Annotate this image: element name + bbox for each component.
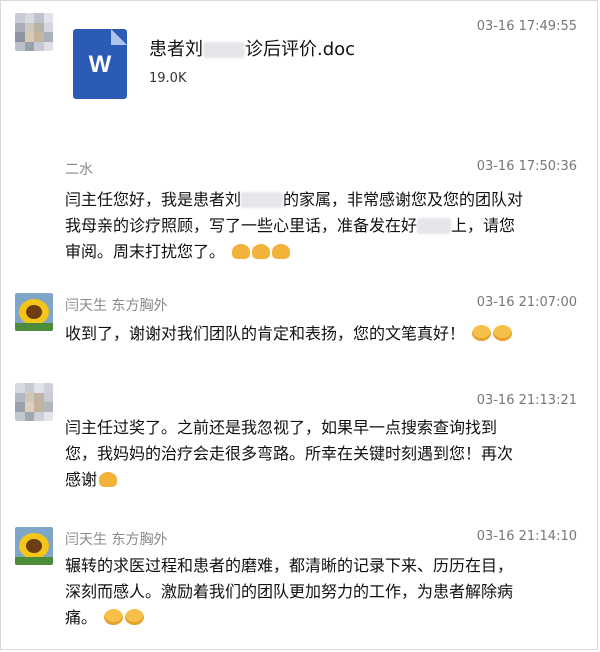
message-item: 二水 03-16 17:50:36 闫主任您好，我是患者刘 的家属，非常感谢您及您…	[1, 149, 599, 269]
message-text: 收到了，谢谢对我们团队的肯定和表扬，您的文笔真好！	[65, 321, 555, 347]
message-text: 辗转的求医过程和患者的磨难，都清晰的记录下来、历历在目， 深刻而感人。激励着我们…	[65, 556, 514, 627]
message-item: 闫天生 东方胸外 03-16 21:14:10 辗转的求医过程和患者的磨难，都清…	[1, 517, 599, 647]
avatar[interactable]	[15, 13, 53, 51]
smile-emoji-icon	[104, 609, 124, 625]
sender-name: 闫天生 东方胸外	[65, 298, 168, 314]
redacted-text	[203, 42, 245, 58]
avatar[interactable]	[15, 383, 53, 421]
message-time: 03-16 21:14:10	[476, 529, 577, 544]
smile-emoji-icon	[493, 325, 513, 341]
avatar[interactable]	[15, 527, 53, 565]
message-time: 03-16 21:13:21	[476, 393, 577, 408]
file-attachment[interactable]: W 患者刘 诊后评价.doc 19.0K	[65, 9, 525, 119]
message-text: 闫主任您好，我是患者刘 的家属，非常感谢您及您的团队对 我母亲的诊疗照顾，写了一些…	[65, 190, 524, 261]
smile-emoji-icon	[125, 609, 145, 625]
message-time: 03-16 21:07:00	[476, 295, 577, 310]
redacted-text	[417, 218, 452, 234]
pray-emoji-icon	[99, 472, 118, 487]
file-size: 19.0K	[149, 71, 187, 86]
sender-name: 二水	[65, 162, 93, 178]
pray-emoji-icon	[272, 244, 291, 259]
message-item: 闫天生 东方胸外 03-16 21:07:00 收到了，谢谢对我们团队的肯定和表…	[1, 283, 599, 363]
message-time: 03-16 17:50:36	[476, 159, 577, 174]
smile-emoji-icon	[472, 325, 492, 341]
word-doc-icon: W	[73, 29, 127, 99]
chat-history: 03-16 17:49:55 W 患者刘 诊后评价.doc 19.0K 二水 03…	[0, 0, 598, 650]
redacted-text	[241, 192, 284, 208]
file-name: 患者刘 诊后评价.doc	[149, 39, 356, 60]
pray-emoji-icon	[252, 244, 271, 259]
message-file: 03-16 17:49:55 W 患者刘 诊后评价.doc 19.0K	[1, 1, 599, 131]
pray-emoji-icon	[232, 244, 251, 259]
avatar[interactable]	[15, 293, 53, 331]
sender-name: 闫天生 东方胸外	[65, 532, 168, 548]
message-item: 03-16 21:13:21 闫主任过奖了。之前还是我忽视了，如果早一点搜索查询…	[1, 375, 599, 505]
message-text: 闫主任过奖了。之前还是我忽视了，如果早一点搜索查询找到 您，我妈妈的治疗会走很多…	[65, 418, 514, 489]
